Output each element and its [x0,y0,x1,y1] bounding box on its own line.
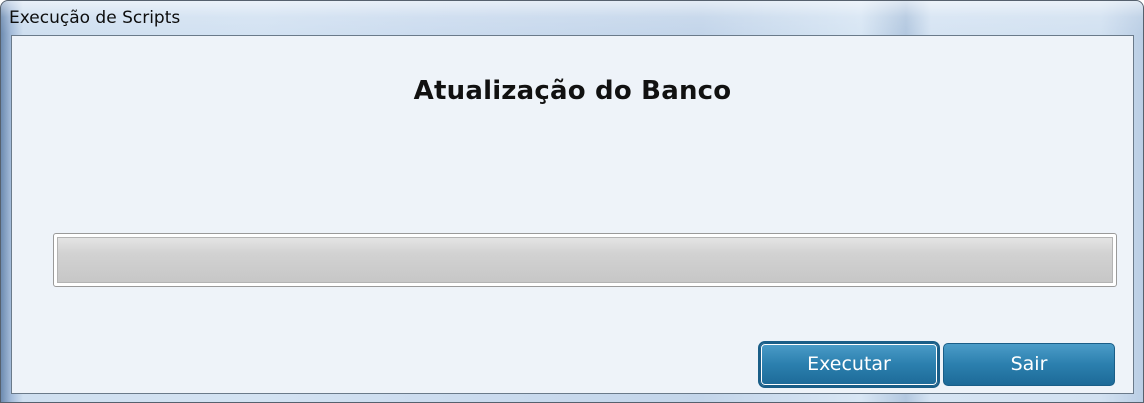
window-title: Execução de Scripts [9,8,181,28]
execute-button[interactable]: Executar [760,343,938,386]
page-title: Atualização do Banco [413,76,732,106]
progress-track [57,237,1113,283]
title-bar[interactable]: Execução de Scripts [1,1,1143,34]
script-execution-window: Execução de Scripts Atualização do Banco… [0,0,1144,403]
client-area: Atualização do Banco Executar Sair [11,35,1134,394]
progress-bar [53,233,1117,287]
exit-button[interactable]: Sair [943,343,1115,386]
